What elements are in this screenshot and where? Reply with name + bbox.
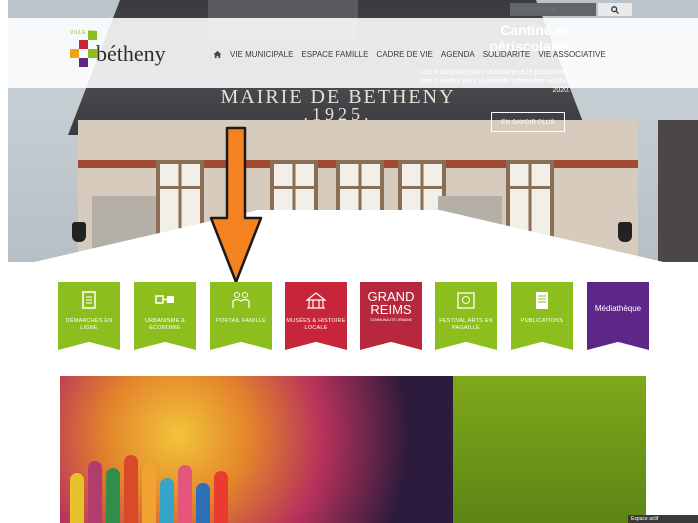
crayon: [88, 461, 102, 523]
document-icon: [82, 291, 96, 309]
pointer-arrow: [208, 126, 264, 286]
banner-panel: [453, 376, 646, 523]
nav-vie-municipale[interactable]: VIE MUNICIPALE: [230, 50, 293, 59]
lamp: [618, 222, 632, 242]
family-icon: [232, 292, 250, 308]
publication-icon: [536, 292, 548, 309]
logo-square: [88, 31, 97, 40]
logo-square: [70, 49, 79, 58]
tile-urbanisme[interactable]: URBANISME & ÉCONOMIE: [134, 282, 196, 350]
tile-demarches[interactable]: DÉMARCHES EN LIGNE: [58, 282, 120, 350]
tile-label: MUSÉES & HISTOIRE LOCALE: [286, 318, 346, 331]
logo-square: [79, 40, 88, 49]
crayon: [160, 478, 174, 523]
tile-musees[interactable]: MUSÉES & HISTOIRE LOCALE: [285, 282, 347, 350]
banner-cantine[interactable]: [60, 376, 646, 523]
search-input[interactable]: [510, 3, 596, 16]
crayon: [214, 471, 228, 523]
search-icon: [611, 1, 619, 19]
tools-icon: [155, 295, 174, 304]
tile-label: FESTIVAL ARTS en PAGAILLE: [439, 318, 493, 331]
grand-reims-logo: GRAND REIMS: [367, 289, 415, 317]
tile-mediatheque[interactable]: Médiathèque: [587, 282, 649, 350]
tile-label: PORTAIL FAMILLE: [216, 318, 266, 324]
crayon: [142, 463, 156, 523]
banner-title: Cantine et périscolaire: [489, 22, 568, 54]
espace-actif-bar[interactable]: Espace actif: [628, 515, 698, 523]
banner-text: Les inscriptions pour la cantine et le p…: [418, 69, 570, 94]
lamp: [72, 222, 86, 242]
logo-square: [79, 58, 88, 67]
tile-label: DÉMARCHES EN LIGNE: [65, 318, 113, 331]
museum-icon: [305, 292, 327, 309]
building-wing: [658, 120, 698, 262]
hero-year: .1925.: [303, 104, 373, 124]
tile-label: PUBLICATIONS: [520, 318, 564, 324]
home-icon[interactable]: [213, 50, 222, 59]
en-savoir-plus-button[interactable]: EN SAVOIR PLUS: [491, 112, 565, 132]
festival-icon: [457, 292, 475, 309]
tile-grand-reims[interactable]: GRAND REIMS COMMUNAUTÉ URBAINE: [360, 282, 422, 350]
mediatheque-logo: Médiathèque: [594, 304, 642, 313]
tile-portail-famille[interactable]: PORTAIL FAMILLE: [210, 282, 272, 350]
nav-espace-famille[interactable]: ESPACE FAMILLE: [301, 50, 368, 59]
crayon: [124, 455, 138, 523]
crayon: [196, 483, 210, 523]
tile-publications[interactable]: PUBLICATIONS: [511, 282, 573, 350]
tile-festival[interactable]: FESTIVAL ARTS en PAGAILLE: [435, 282, 497, 350]
crayon: [178, 465, 192, 523]
search-button[interactable]: [598, 3, 632, 16]
grand-reims-sub: COMMUNAUTÉ URBAINE: [369, 318, 412, 322]
crayon: [70, 473, 84, 523]
logo-name: bétheny: [96, 41, 166, 66]
crayon: [106, 468, 120, 523]
tile-label: URBANISME & ÉCONOMIE: [144, 318, 186, 331]
